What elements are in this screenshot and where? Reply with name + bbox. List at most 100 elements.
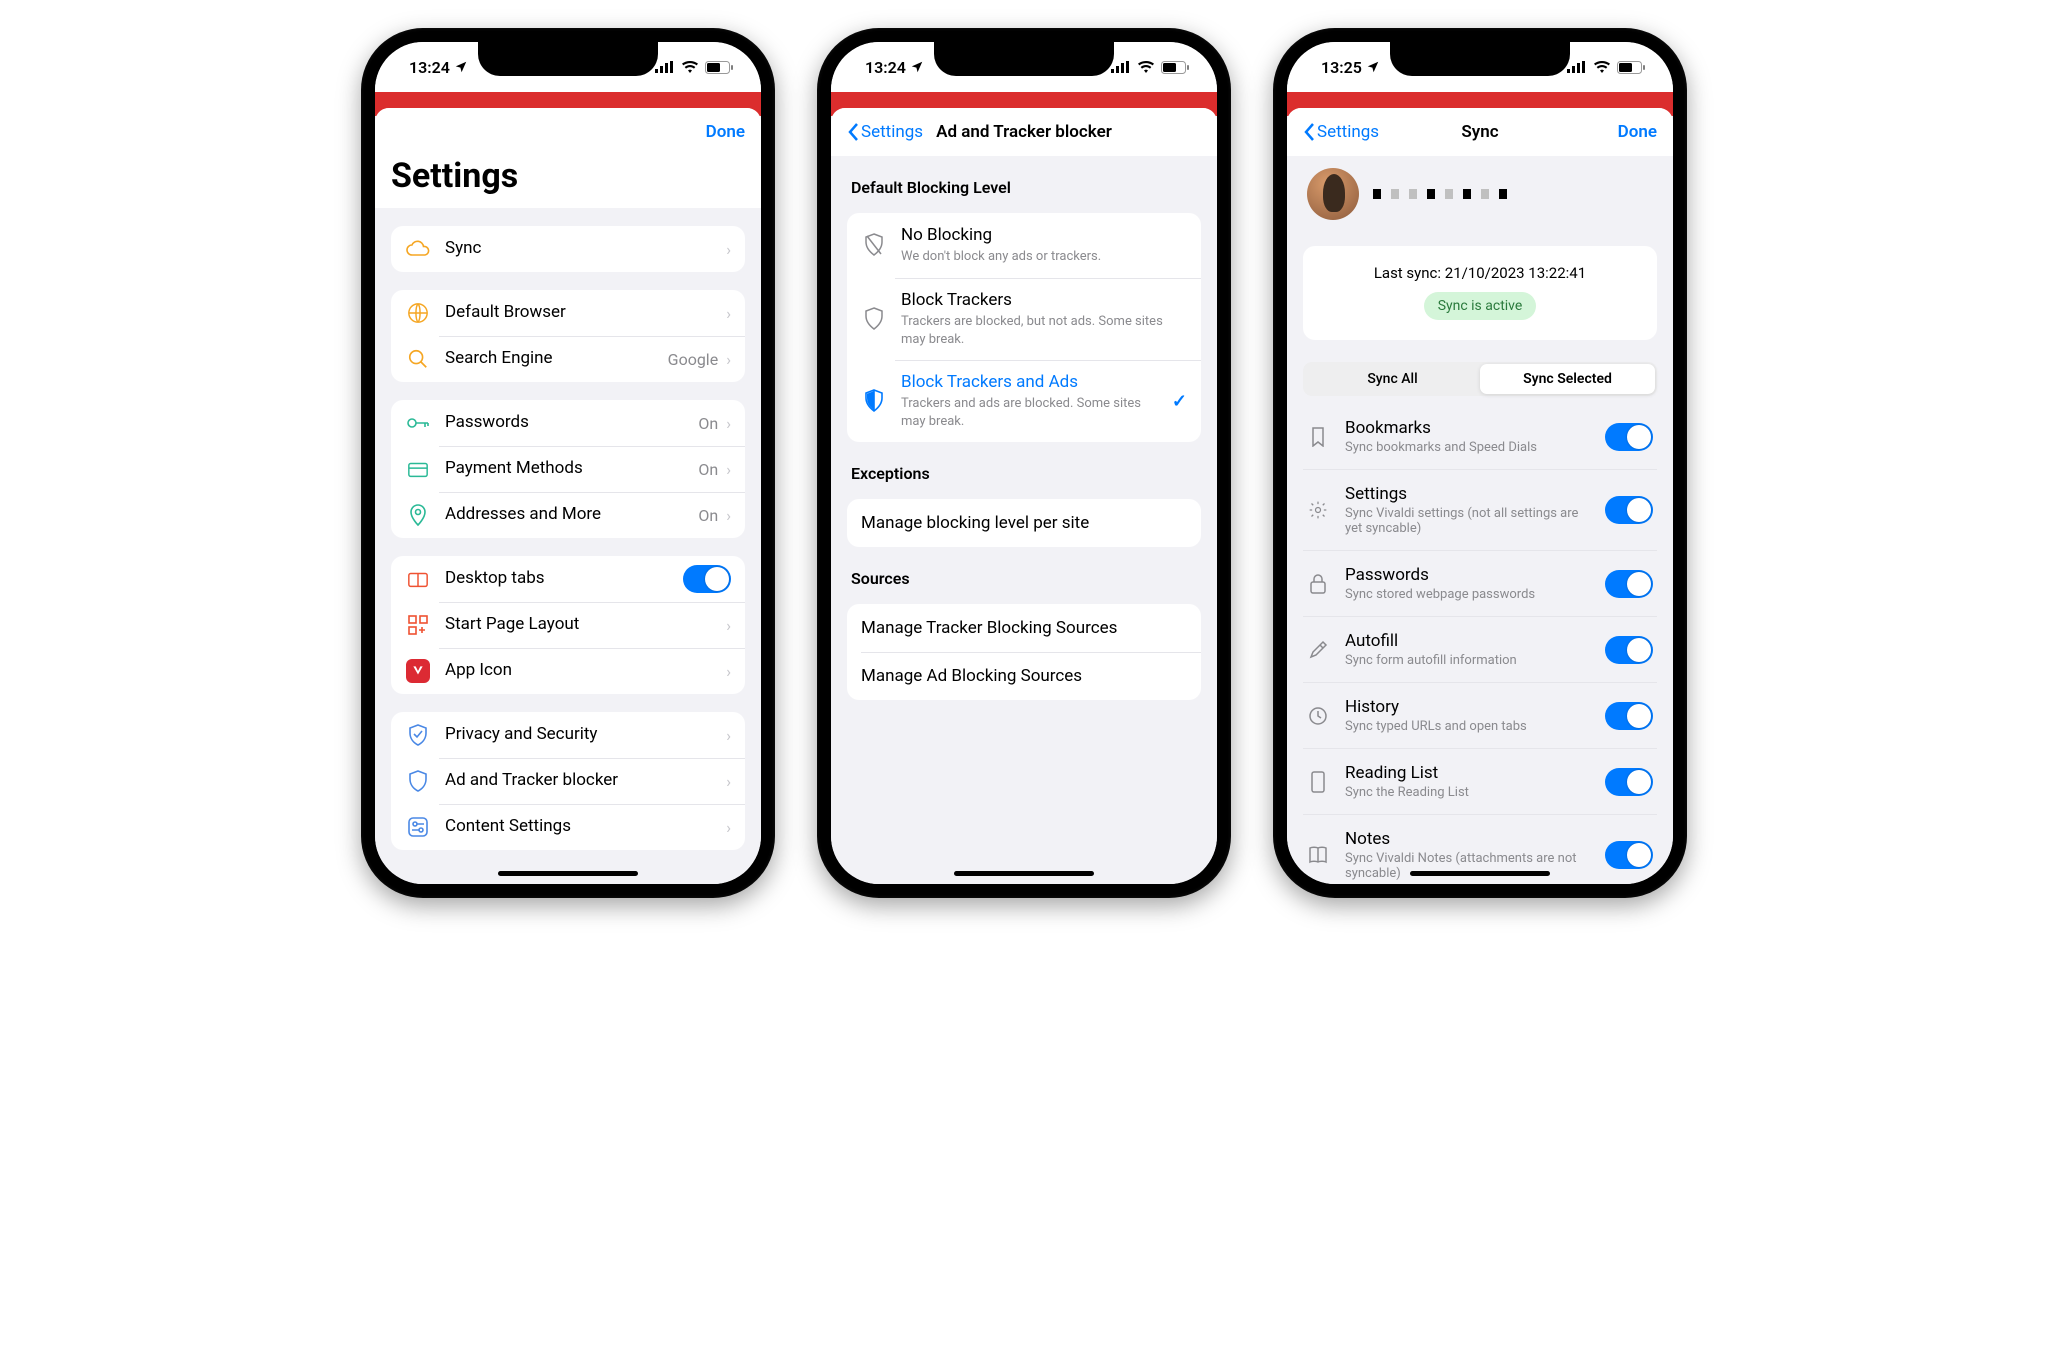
chevron-icon: › (726, 460, 731, 479)
settings-row-search-engine[interactable]: Search Engine Google› (391, 336, 745, 382)
seg-sync-selected[interactable]: Sync Selected (1480, 364, 1655, 394)
seg-sync-all[interactable]: Sync All (1305, 364, 1480, 394)
option-sub: Trackers are blocked, but not ads. Some … (901, 313, 1187, 348)
toggle-reading-list[interactable] (1605, 768, 1653, 796)
shield-off-icon (861, 233, 887, 257)
bookmark-icon (1307, 427, 1329, 447)
toggle-autofill[interactable] (1605, 636, 1653, 664)
shield-filled-icon (861, 389, 887, 413)
battery-icon (1617, 61, 1645, 74)
sync-row-reading-list: Reading ListSync the Reading List (1303, 749, 1657, 815)
row-label: Addresses and More (445, 504, 684, 525)
row-sub: Sync bookmarks and Speed Dials (1345, 440, 1589, 455)
phone-icon (1307, 771, 1329, 793)
toggle-passwords[interactable] (1605, 570, 1653, 598)
done-button[interactable]: Done (1602, 108, 1673, 156)
back-label: Settings (861, 122, 923, 142)
settings-row-default-browser[interactable]: Default Browser › (391, 290, 745, 336)
globe-icon (405, 302, 431, 324)
option-title: Block Trackers (901, 290, 1187, 311)
location-icon (454, 60, 468, 74)
section-sources: Sources (847, 547, 1201, 596)
shield-check-icon (405, 724, 431, 746)
back-label: Settings (1317, 122, 1379, 142)
notch (934, 42, 1114, 76)
row-sub: Sync form autofill information (1345, 653, 1589, 668)
settings-row-passwords[interactable]: Passwords On› (391, 400, 745, 446)
chevron-icon: › (726, 616, 731, 635)
row-sub: Sync Vivaldi Notes (attachments are not … (1345, 851, 1589, 881)
check-icon: ✓ (1172, 391, 1187, 412)
toggle-history[interactable] (1605, 702, 1653, 730)
location-icon (910, 60, 924, 74)
back-chevron-icon (1303, 122, 1315, 142)
blocking-option-none[interactable]: No Blocking We don't block any ads or tr… (847, 213, 1201, 278)
toggle-settings[interactable] (1605, 496, 1653, 524)
lock-icon (1307, 574, 1329, 594)
sync-mode-segmented[interactable]: Sync All Sync Selected (1303, 362, 1657, 396)
row-label: App Icon (445, 660, 712, 681)
avatar (1307, 168, 1359, 220)
nav-bar: Settings Sync Done (1287, 108, 1673, 156)
page-title: Settings (391, 156, 745, 196)
row-label: History (1345, 697, 1589, 717)
status-time: 13:25 (1321, 58, 1362, 77)
sync-row-autofill: AutofillSync form autofill information (1303, 617, 1657, 683)
cellular-icon (655, 61, 675, 73)
page-title: Sync (1461, 122, 1498, 142)
settings-row-app-icon[interactable]: App Icon › (391, 648, 745, 694)
battery-icon (1161, 61, 1189, 74)
status-time: 13:24 (409, 58, 450, 77)
grid-icon (405, 615, 431, 635)
manage-exceptions-row[interactable]: Manage blocking level per site (847, 499, 1201, 547)
profile-row[interactable] (1303, 156, 1657, 238)
blocking-option-trackers-ads[interactable]: Block Trackers and Ads Trackers and ads … (847, 360, 1201, 442)
row-label: Bookmarks (1345, 418, 1589, 438)
settings-row-start-page-layout[interactable]: Start Page Layout › (391, 602, 745, 648)
gear-icon (1307, 500, 1329, 520)
row-detail: On (698, 414, 718, 433)
blocking-option-trackers[interactable]: Block Trackers Trackers are blocked, but… (847, 278, 1201, 360)
settings-row-content-settings[interactable]: Content Settings › (391, 804, 745, 850)
settings-row-addresses[interactable]: Addresses and More On› (391, 492, 745, 538)
home-indicator[interactable] (498, 871, 638, 876)
row-label: Passwords (1345, 565, 1589, 585)
nav-bar: Done (375, 108, 761, 156)
settings-row-sync[interactable]: Sync › (391, 226, 745, 272)
appicon-icon (405, 659, 431, 683)
row-detail: On (698, 460, 718, 479)
row-sub: Sync Vivaldi settings (not all settings … (1345, 506, 1589, 536)
settings-row-payment-methods[interactable]: Payment Methods On› (391, 446, 745, 492)
back-chevron-icon (847, 122, 859, 142)
row-label: Manage Tracker Blocking Sources (861, 618, 1187, 639)
cloud-icon (405, 239, 431, 259)
row-label: Default Browser (445, 302, 712, 323)
option-title: Block Trackers and Ads (901, 372, 1158, 393)
status-time: 13:24 (865, 58, 906, 77)
sync-row-bookmarks: Bookmarks Sync bookmarks and Speed Dials (1303, 404, 1657, 470)
home-indicator[interactable] (1410, 871, 1550, 876)
section-blocking-level: Default Blocking Level (847, 156, 1201, 205)
sync-active-badge: Sync is active (1424, 292, 1537, 320)
toggle-bookmarks[interactable] (1605, 423, 1653, 451)
card-icon (405, 460, 431, 478)
page-title: Ad and Tracker blocker (936, 122, 1112, 142)
row-label: Manage blocking level per site (861, 513, 1187, 534)
notch (478, 42, 658, 76)
done-button[interactable]: Done (690, 108, 761, 156)
manage-tracker-sources-row[interactable]: Manage Tracker Blocking Sources (847, 604, 1201, 652)
back-button[interactable]: Settings (831, 108, 939, 156)
shield-icon (405, 770, 431, 792)
settings-row-privacy-security[interactable]: Privacy and Security › (391, 712, 745, 758)
manage-ad-sources-row[interactable]: Manage Ad Blocking Sources (847, 652, 1201, 700)
location-icon (1366, 60, 1380, 74)
section-exceptions: Exceptions (847, 442, 1201, 491)
home-indicator[interactable] (954, 871, 1094, 876)
settings-row-desktop-tabs[interactable]: Desktop tabs (391, 556, 745, 602)
toggle-desktop-tabs[interactable] (683, 565, 731, 593)
row-label: Start Page Layout (445, 614, 712, 635)
back-button[interactable]: Settings (1287, 108, 1395, 156)
settings-row-ad-tracker-blocker[interactable]: Ad and Tracker blocker › (391, 758, 745, 804)
row-label: Sync (445, 238, 712, 259)
toggle-notes[interactable] (1605, 841, 1653, 869)
